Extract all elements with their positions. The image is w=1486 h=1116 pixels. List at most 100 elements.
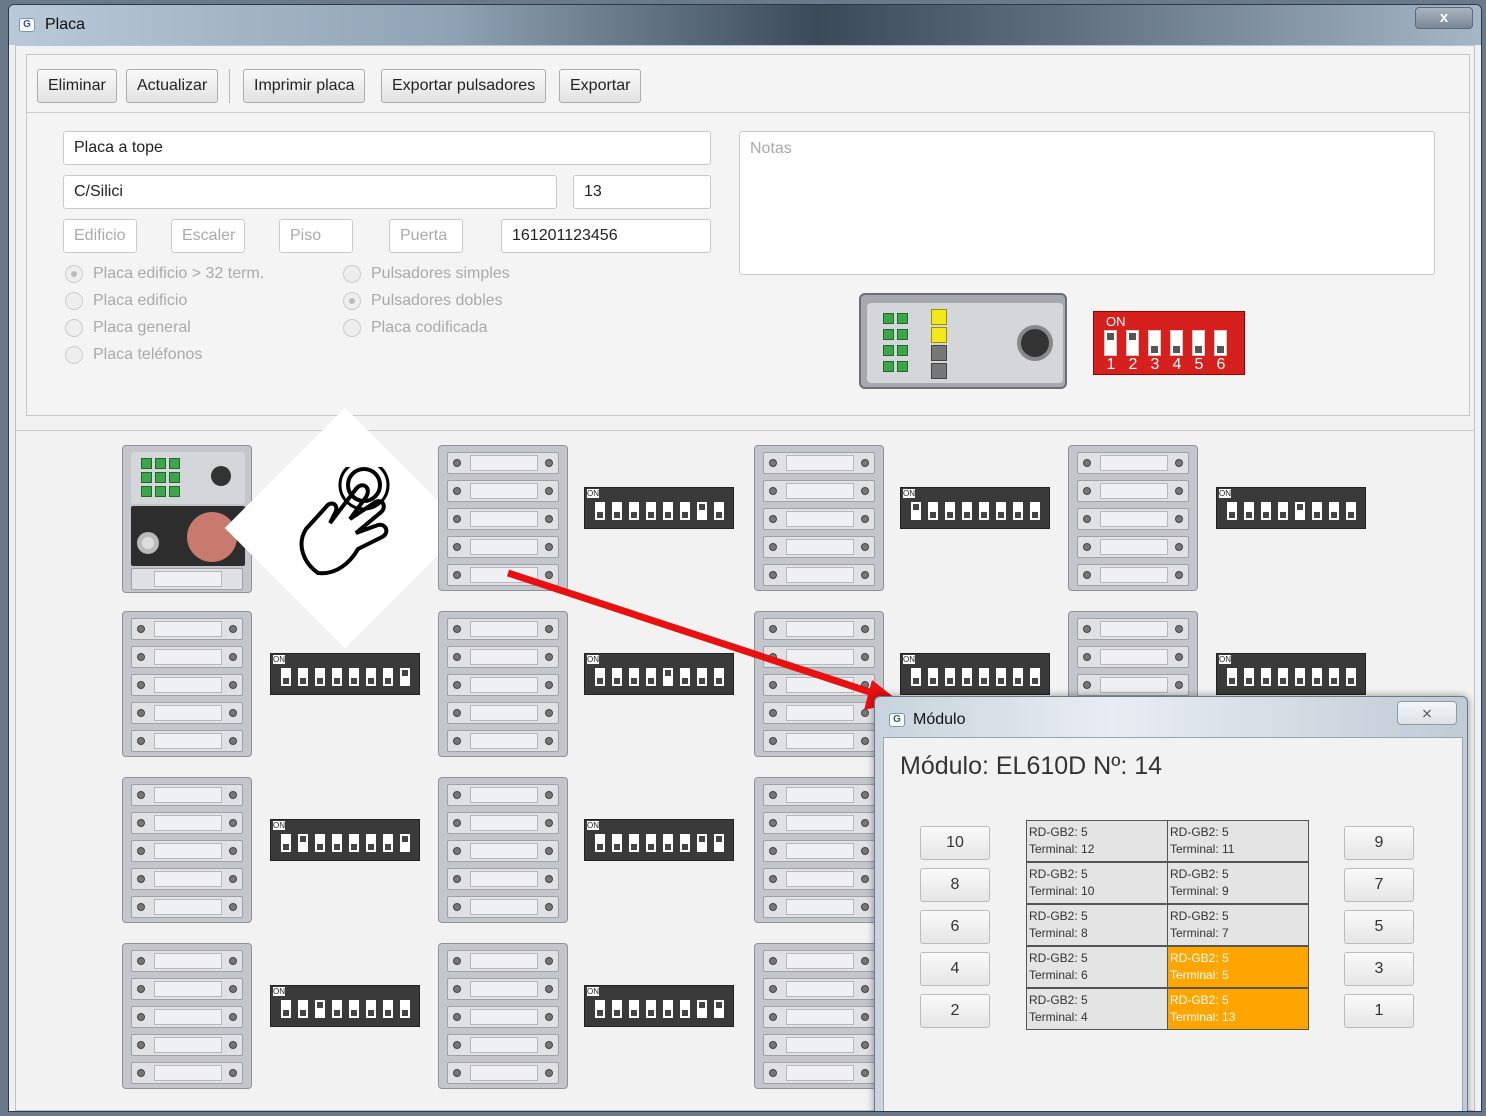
button-module[interactable]	[438, 943, 568, 1089]
module-button-row[interactable]	[1077, 508, 1189, 530]
terminal-button-5[interactable]: 5	[1344, 910, 1414, 944]
module-button-row[interactable]	[131, 702, 243, 724]
module-button-row[interactable]	[447, 536, 559, 558]
module-button-row[interactable]	[447, 618, 559, 640]
module-button-row[interactable]	[1077, 646, 1189, 668]
exportar-button[interactable]: Exportar	[559, 69, 642, 103]
module-button-row[interactable]	[447, 480, 559, 502]
module-button-row[interactable]	[763, 812, 875, 834]
terminal-cell[interactable]: RD-GB2: 5 Terminal: 11	[1167, 820, 1309, 862]
button-module[interactable]	[754, 611, 884, 757]
dialog-close-button[interactable]: ⨯	[1397, 701, 1457, 725]
terminal-button-7[interactable]: 7	[1344, 868, 1414, 902]
module-button-row[interactable]	[763, 950, 875, 972]
number-field[interactable]: 13	[573, 175, 711, 209]
title-bar[interactable]: G Placa x	[9, 5, 1481, 45]
radio-pulsadores-simples[interactable]: Pulsadores simples	[343, 265, 510, 283]
module-button-row[interactable]	[131, 674, 243, 696]
module-button-row[interactable]	[447, 896, 559, 918]
street-field[interactable]: C/Silici	[63, 175, 557, 209]
terminal-button-8[interactable]: 8	[920, 868, 990, 902]
module-button-row[interactable]	[447, 674, 559, 696]
radio-placa-codificada[interactable]: Placa codificada	[343, 319, 488, 337]
terminal-button-1[interactable]: 1	[1344, 994, 1414, 1028]
module-button-row[interactable]	[447, 840, 559, 862]
dip-toggle-5[interactable]	[1192, 330, 1205, 356]
actualizar-button[interactable]: Actualizar	[126, 69, 219, 103]
module-button-row[interactable]	[763, 618, 875, 640]
puerta-field[interactable]: Puerta	[389, 219, 463, 253]
module-button-row[interactable]	[1077, 564, 1189, 586]
radio-placa-telefonos[interactable]: Placa teléfonos	[65, 346, 202, 364]
module-button-row[interactable]	[447, 1062, 559, 1084]
dip-toggle-4[interactable]	[1170, 330, 1183, 356]
notas-textarea[interactable]: Notas	[739, 131, 1435, 275]
window-close-button[interactable]: x	[1415, 7, 1473, 29]
imprimir-placa-button[interactable]: Imprimir placa	[243, 69, 366, 103]
terminal-cell[interactable]: RD-GB2: 5 Terminal: 8	[1026, 904, 1168, 946]
piso-field[interactable]: Piso	[279, 219, 353, 253]
module-button-row[interactable]	[131, 784, 243, 806]
radio-placa-general[interactable]: Placa general	[65, 319, 191, 337]
module-button-row[interactable]	[763, 1006, 875, 1028]
radio-placa-edificio-32[interactable]: Placa edificio > 32 term.	[65, 265, 264, 283]
eliminar-button[interactable]: Eliminar	[37, 69, 117, 103]
module-button-row[interactable]	[131, 896, 243, 918]
module-button-row[interactable]	[131, 812, 243, 834]
button-module[interactable]	[438, 777, 568, 923]
terminal-cell[interactable]: RD-GB2: 5 Terminal: 6	[1026, 946, 1168, 988]
module-button-row[interactable]	[131, 730, 243, 752]
dip-toggle-1[interactable]	[1104, 330, 1117, 356]
button-module[interactable]	[438, 445, 568, 591]
terminal-cell[interactable]: RD-GB2: 5 Terminal: 9	[1167, 862, 1309, 904]
terminal-button-10[interactable]: 10	[920, 826, 990, 860]
module-button-row[interactable]	[447, 978, 559, 1000]
terminal-cell[interactable]: RD-GB2: 5 Terminal: 7	[1167, 904, 1309, 946]
module-button-row[interactable]	[131, 618, 243, 640]
module-button-row[interactable]	[1077, 536, 1189, 558]
module-button-row[interactable]	[763, 730, 875, 752]
module-button-row[interactable]	[763, 536, 875, 558]
terminal-cell[interactable]: RD-GB2: 5 Terminal: 10	[1026, 862, 1168, 904]
name-field[interactable]: Placa a tope	[63, 131, 711, 165]
module-button-row[interactable]	[447, 646, 559, 668]
dip-toggle-6[interactable]	[1214, 330, 1227, 356]
code-field[interactable]: 161201123456	[501, 219, 711, 253]
module-button-row[interactable]	[763, 674, 875, 696]
terminal-button-2[interactable]: 2	[920, 994, 990, 1028]
module-button-row[interactable]	[131, 978, 243, 1000]
module-button-row[interactable]	[763, 646, 875, 668]
module-button-row[interactable]	[763, 840, 875, 862]
module-button-row[interactable]	[1077, 452, 1189, 474]
radio-pulsadores-dobles[interactable]: Pulsadores dobles	[343, 292, 503, 310]
module-button-row[interactable]	[763, 1062, 875, 1084]
module-button-row[interactable]	[447, 508, 559, 530]
terminal-cell[interactable]: RD-GB2: 5 Terminal: 13	[1167, 988, 1309, 1030]
module-button-row[interactable]	[447, 950, 559, 972]
module-button-row[interactable]	[447, 812, 559, 834]
module-button-row[interactable]	[447, 868, 559, 890]
module-button-row[interactable]	[131, 646, 243, 668]
module-button-row[interactable]	[763, 896, 875, 918]
module-button-row[interactable]	[763, 480, 875, 502]
button-module[interactable]	[438, 611, 568, 757]
button-module[interactable]	[122, 777, 252, 923]
module-button-row[interactable]	[447, 564, 559, 586]
button-module[interactable]	[122, 611, 252, 757]
terminal-cell[interactable]: RD-GB2: 5 Terminal: 12	[1026, 820, 1168, 862]
exportar-pulsadores-button[interactable]: Exportar pulsadores	[381, 69, 547, 103]
dip-toggle-3[interactable]	[1148, 330, 1161, 356]
terminal-button-6[interactable]: 6	[920, 910, 990, 944]
edificio-field[interactable]: Edificio	[63, 219, 137, 253]
terminal-button-4[interactable]: 4	[920, 952, 990, 986]
terminal-cell[interactable]: RD-GB2: 5 Terminal: 5	[1167, 946, 1309, 988]
module-button-row[interactable]	[131, 1034, 243, 1056]
module-button-row[interactable]	[131, 1006, 243, 1028]
module-button-row[interactable]	[447, 452, 559, 474]
module-button-row[interactable]	[447, 1006, 559, 1028]
dip-toggle-2[interactable]	[1126, 330, 1139, 356]
module-button-row[interactable]	[447, 702, 559, 724]
module-button-row[interactable]	[763, 978, 875, 1000]
module-button-row[interactable]	[1077, 674, 1189, 696]
terminal-button-3[interactable]: 3	[1344, 952, 1414, 986]
